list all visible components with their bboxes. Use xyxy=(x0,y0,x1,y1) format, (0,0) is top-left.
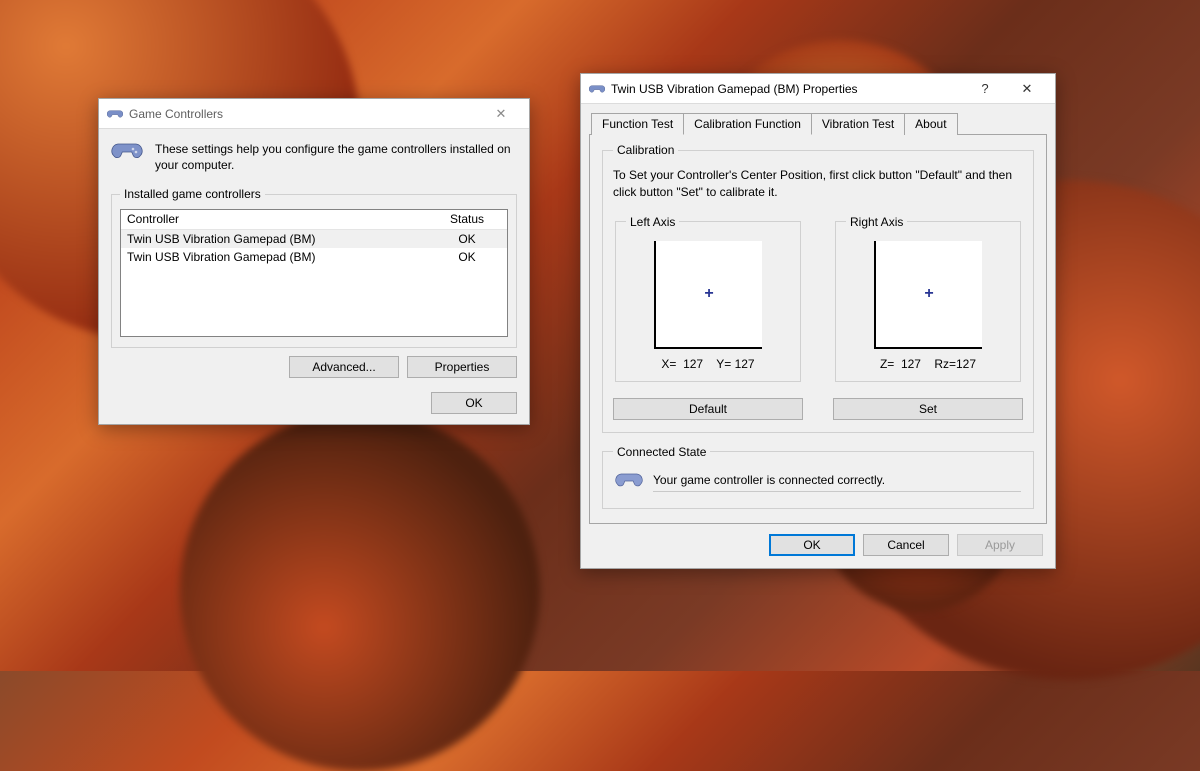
installed-controllers-group: Installed game controllers Controller St… xyxy=(111,187,517,348)
titlebar[interactable]: Game Controllers ✕ xyxy=(99,99,529,129)
controller-name: Twin USB Vibration Gamepad (BM) xyxy=(121,249,427,265)
window-title: Twin USB Vibration Gamepad (BM) Properti… xyxy=(611,82,965,96)
col-controller[interactable]: Controller xyxy=(121,210,427,229)
default-button[interactable]: Default xyxy=(613,398,803,420)
gamepad-properties-window: Twin USB Vibration Gamepad (BM) Properti… xyxy=(580,73,1056,569)
titlebar[interactable]: Twin USB Vibration Gamepad (BM) Properti… xyxy=(581,74,1055,104)
tab-panel: Calibration To Set your Controller's Cen… xyxy=(589,135,1047,524)
right-axis-group: Right Axis Z= 127 Rz=127 xyxy=(835,215,1021,382)
close-button[interactable]: ✕ xyxy=(479,100,523,128)
window-title: Game Controllers xyxy=(129,107,479,121)
connected-state-text: Your game controller is connected correc… xyxy=(653,473,1021,492)
set-button[interactable]: Set xyxy=(833,398,1023,420)
calibration-label: Calibration xyxy=(613,143,678,157)
properties-button[interactable]: Properties xyxy=(407,356,517,378)
left-axis-values: X= 127 Y= 127 xyxy=(626,357,790,371)
list-header: Controller Status xyxy=(121,210,507,230)
ok-button[interactable]: OK xyxy=(769,534,855,556)
crosshair-icon xyxy=(922,287,936,301)
tab-function-test[interactable]: Function Test xyxy=(591,113,684,135)
tabs: Function Test Calibration Function Vibra… xyxy=(589,112,1047,135)
left-axis-group: Left Axis X= 127 Y= 127 xyxy=(615,215,801,382)
controllers-list[interactable]: Controller Status Twin USB Vibration Gam… xyxy=(120,209,508,337)
gamepad-icon xyxy=(615,471,643,494)
controller-status: OK xyxy=(427,231,507,247)
left-axis-label: Left Axis xyxy=(626,215,679,229)
col-status[interactable]: Status xyxy=(427,210,507,229)
ok-button[interactable]: OK xyxy=(431,392,517,414)
right-axis-values: Z= 127 Rz=127 xyxy=(846,357,1010,371)
controller-status: OK xyxy=(427,249,507,265)
advanced-button[interactable]: Advanced... xyxy=(289,356,399,378)
controller-name: Twin USB Vibration Gamepad (BM) xyxy=(121,231,427,247)
help-button[interactable]: ? xyxy=(965,75,1005,103)
list-item[interactable]: Twin USB Vibration Gamepad (BM) OK xyxy=(121,248,507,266)
gamepad-large-icon xyxy=(111,141,143,173)
gamepad-icon xyxy=(589,81,605,97)
calibration-instruction: To Set your Controller's Center Position… xyxy=(613,167,1023,201)
connected-state-label: Connected State xyxy=(613,445,710,459)
right-axis-display xyxy=(874,241,982,349)
tab-vibration-test[interactable]: Vibration Test xyxy=(811,113,905,135)
tab-calibration[interactable]: Calibration Function xyxy=(683,113,812,135)
apply-button[interactable]: Apply xyxy=(957,534,1043,556)
left-axis-display xyxy=(654,241,762,349)
gamepad-icon xyxy=(107,106,123,122)
tab-about[interactable]: About xyxy=(904,113,957,135)
installed-controllers-label: Installed game controllers xyxy=(120,187,265,201)
close-button[interactable]: ✕ xyxy=(1005,75,1049,103)
cancel-button[interactable]: Cancel xyxy=(863,534,949,556)
list-item[interactable]: Twin USB Vibration Gamepad (BM) OK xyxy=(121,230,507,248)
connected-state-group: Connected State Your game controller is … xyxy=(602,445,1034,509)
intro-text: These settings help you configure the ga… xyxy=(155,141,517,173)
game-controllers-window: Game Controllers ✕ These settings help y… xyxy=(98,98,530,425)
crosshair-icon xyxy=(702,287,716,301)
right-axis-label: Right Axis xyxy=(846,215,907,229)
calibration-group: Calibration To Set your Controller's Cen… xyxy=(602,143,1034,433)
